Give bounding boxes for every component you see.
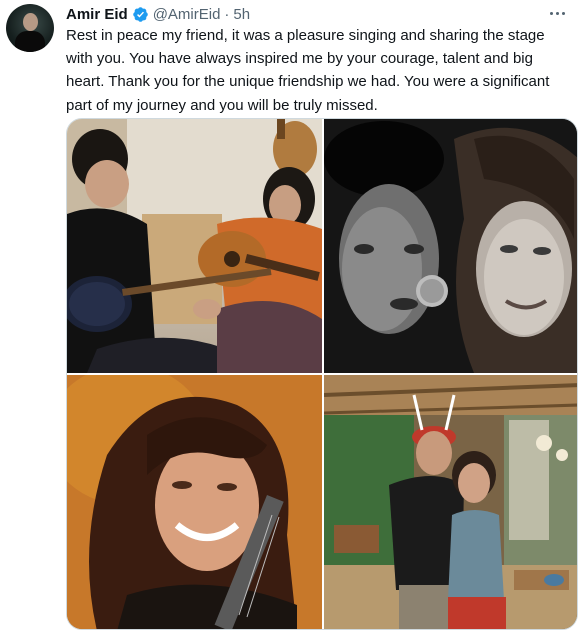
separator-dot: ·: [224, 5, 230, 23]
more-dot: [555, 11, 559, 15]
tweet-header: Amir Eid @AmirEid · 5h: [66, 5, 250, 23]
photo-terrace[interactable]: [324, 375, 577, 629]
verified-badge-icon: [132, 6, 149, 23]
author-handle[interactable]: @AmirEid: [153, 6, 221, 23]
more-dot: [561, 11, 565, 15]
media-grid[interactable]: [66, 118, 578, 630]
photo-singing-bw[interactable]: [324, 119, 577, 373]
photo-woman-orange[interactable]: [67, 375, 322, 629]
avatar-body: [15, 31, 45, 52]
avatar-head: [23, 13, 38, 31]
author-name[interactable]: Amir Eid: [66, 6, 128, 23]
more-options-icon[interactable]: [544, 3, 570, 23]
photo-guitar-duo[interactable]: [67, 119, 322, 373]
tweet: Amir Eid @AmirEid · 5h Rest in peace my …: [0, 0, 584, 631]
more-dot: [549, 11, 553, 15]
avatar[interactable]: [6, 4, 54, 52]
tweet-text: Rest in peace my friend, it was a pleasu…: [66, 27, 550, 114]
tweet-time[interactable]: 5h: [233, 6, 250, 23]
